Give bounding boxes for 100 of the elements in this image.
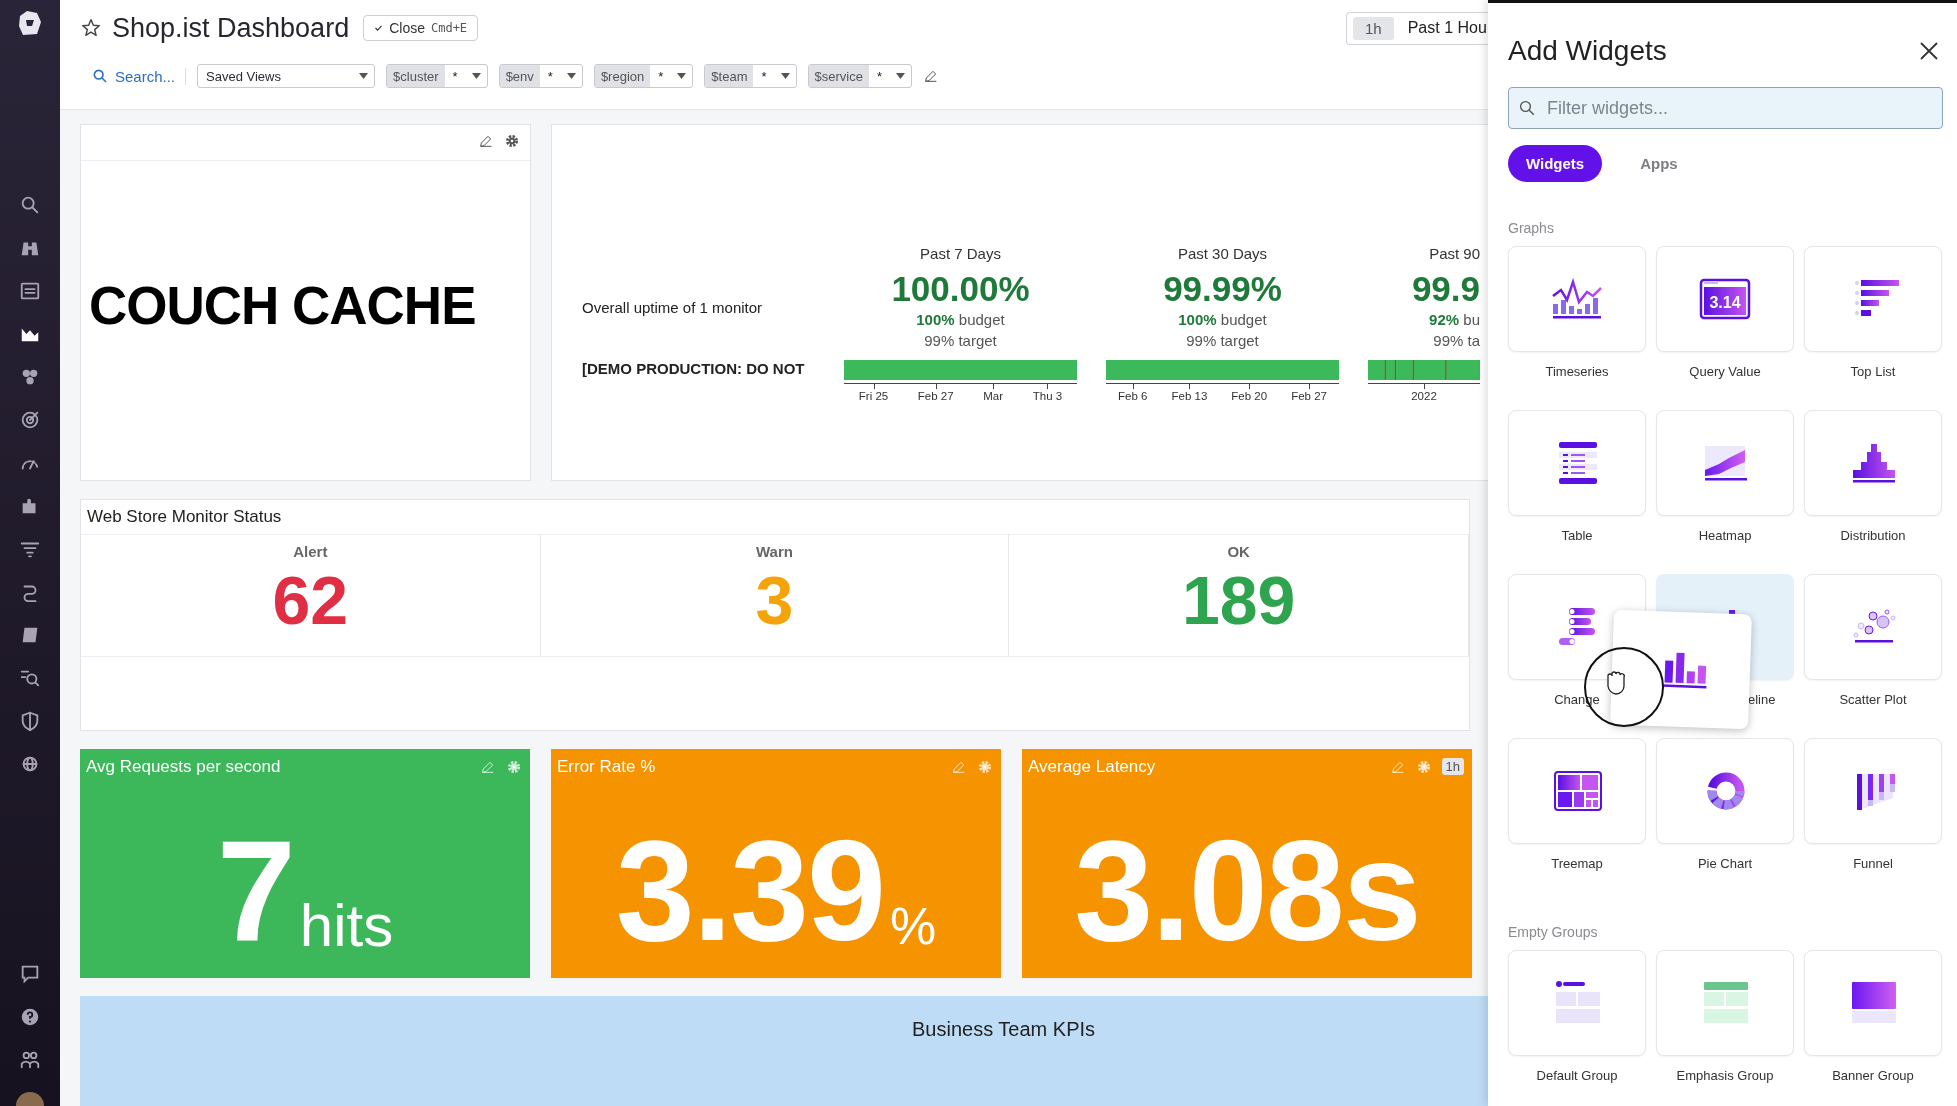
filter-field[interactable]: Filter widgets... xyxy=(1508,87,1943,129)
time-range-chip: 1h xyxy=(1353,16,1394,40)
metric-unit: hits xyxy=(299,891,394,962)
widget-option[interactable] xyxy=(1508,410,1646,516)
widget-option-label: eline xyxy=(1747,692,1776,707)
axis-tick-label: Thu 3 xyxy=(1032,383,1063,405)
search-icon xyxy=(1518,99,1536,117)
widget-option[interactable] xyxy=(1804,950,1942,1056)
metric-value: 7 xyxy=(216,816,294,967)
axis-tick-label: Mar xyxy=(983,383,1004,405)
widget-option-label: Scatter Plot xyxy=(1839,692,1907,707)
widget-option-label: Default Group xyxy=(1536,1068,1618,1083)
target-text: 99% target xyxy=(923,331,998,351)
panel-title: Add Widgets xyxy=(1508,35,1667,67)
variable-name: $region xyxy=(594,65,651,87)
search-label: Search... xyxy=(115,67,176,85)
edit-icon[interactable] xyxy=(923,68,939,84)
search-icon[interactable] xyxy=(19,194,41,216)
settings-icon[interactable] xyxy=(504,132,520,149)
note-text: COUCH CACHE xyxy=(88,274,477,337)
axis-tick-label: Feb 27 xyxy=(1291,383,1327,405)
uptime-value: 99.99% xyxy=(1162,267,1283,310)
variable-name: $env xyxy=(499,65,540,87)
uptime-value: 100.00% xyxy=(890,267,1031,310)
widget-option-label: Distribution xyxy=(1840,528,1906,543)
widget-option-label: Timeseries xyxy=(1545,364,1609,379)
metric-value: 3.39 xyxy=(615,816,885,967)
widget-option[interactable] xyxy=(1804,246,1942,352)
axis-tick-label: Fri 25 xyxy=(858,383,889,405)
metric-value: 3.08s xyxy=(1074,816,1420,967)
uptime-value: 99.9 xyxy=(1410,267,1480,310)
widget-title: Web Store Monitor Status xyxy=(81,500,1469,536)
template-variable-filter[interactable]: $region * xyxy=(593,64,694,88)
help-icon[interactable] xyxy=(19,1006,41,1028)
widget-option[interactable] xyxy=(1656,410,1794,516)
widget-title: Average Latency xyxy=(1028,756,1156,777)
slo-description: Overall uptime of 1 monitor xyxy=(582,297,764,316)
axis-tick-label: 2022 xyxy=(1411,383,1437,405)
axis-tick-label: Feb 27 xyxy=(917,383,954,405)
variable-value: * xyxy=(452,68,458,84)
status-label: Warn xyxy=(756,543,793,561)
widget-option[interactable] xyxy=(1508,738,1646,844)
tab[interactable]: Apps xyxy=(1622,145,1696,182)
shortcut-hint: Cmd+E xyxy=(430,21,468,35)
template-variable-filter[interactable]: $service * xyxy=(807,64,912,88)
variable-value: * xyxy=(761,68,767,84)
widget-option[interactable] xyxy=(1804,410,1942,516)
caret-icon xyxy=(780,73,790,79)
status-label: Alert xyxy=(293,543,328,561)
period-label: Past 90 xyxy=(1428,244,1480,264)
widget-title: Avg Requests per second xyxy=(86,756,281,777)
status-label: OK xyxy=(1227,543,1250,561)
time-range-label: Past 1 Hou xyxy=(1407,19,1487,37)
caret-icon xyxy=(359,73,369,79)
status-count: 62 xyxy=(272,561,349,641)
metric-unit: % xyxy=(890,896,937,958)
axis-tick-label: Feb 6 xyxy=(1118,383,1148,405)
tab[interactable]: Widgets xyxy=(1508,145,1603,182)
section-title: Empty Groups xyxy=(1508,924,1599,940)
close-label: Close xyxy=(389,20,425,36)
widget-option[interactable] xyxy=(1804,738,1942,844)
dashboard-title: Shop.ist Dashboard xyxy=(112,12,350,44)
budget-text: 100% budget xyxy=(1177,310,1268,330)
variable-name: $cluster xyxy=(387,65,445,87)
monitor-name: [DEMO PRODUCTION: DO NOT xyxy=(582,358,806,377)
saved-views-dropdown[interactable]: Saved Views xyxy=(197,64,376,88)
people-icon[interactable] xyxy=(19,1049,41,1071)
time-badge: 1h xyxy=(1441,758,1464,776)
widget-option[interactable]: 3.14 xyxy=(1656,246,1794,352)
widget-option-label: Pie Chart xyxy=(1697,856,1753,871)
search-button[interactable]: Search... xyxy=(92,67,187,85)
template-variable-filter[interactable]: $env * xyxy=(498,64,583,88)
period-label: Past 7 Days xyxy=(919,244,1002,264)
budget-text: 92% bu xyxy=(1428,310,1480,330)
list-icon[interactable] xyxy=(19,280,41,302)
widget-option-label: Query Value xyxy=(1689,364,1761,379)
template-variable-filter[interactable]: $team * xyxy=(704,64,797,88)
chat-icon[interactable] xyxy=(19,963,41,985)
widget-option-label: Table xyxy=(1561,528,1593,543)
target-text: 99% ta xyxy=(1432,331,1480,351)
check-icon xyxy=(374,25,384,31)
template-variable-filter[interactable]: $cluster * xyxy=(386,64,488,88)
shield-icon[interactable] xyxy=(19,710,41,732)
time-range-selector[interactable]: 1h Past 1 Hou xyxy=(1346,11,1488,45)
status-count: 189 xyxy=(1181,561,1296,641)
period-label: Past 30 Days xyxy=(1176,244,1269,264)
star-icon[interactable] xyxy=(80,17,102,39)
widget-option[interactable] xyxy=(1656,738,1794,844)
axis-tick-label: Feb 13 xyxy=(1171,383,1208,405)
close-icon[interactable] xyxy=(1919,41,1939,61)
variable-name: $team xyxy=(705,65,754,87)
variable-value: * xyxy=(876,68,882,84)
target-icon[interactable] xyxy=(19,409,41,431)
section-title: Graphs xyxy=(1508,220,1555,236)
widget-option[interactable] xyxy=(1508,246,1646,352)
close-button[interactable]: Close Cmd+E xyxy=(363,15,479,41)
search-icon xyxy=(92,68,108,84)
window-icon xyxy=(1699,278,1751,320)
widget-title: Error Rate % xyxy=(557,756,656,777)
widget-option-label: Heatmap xyxy=(1698,528,1752,543)
